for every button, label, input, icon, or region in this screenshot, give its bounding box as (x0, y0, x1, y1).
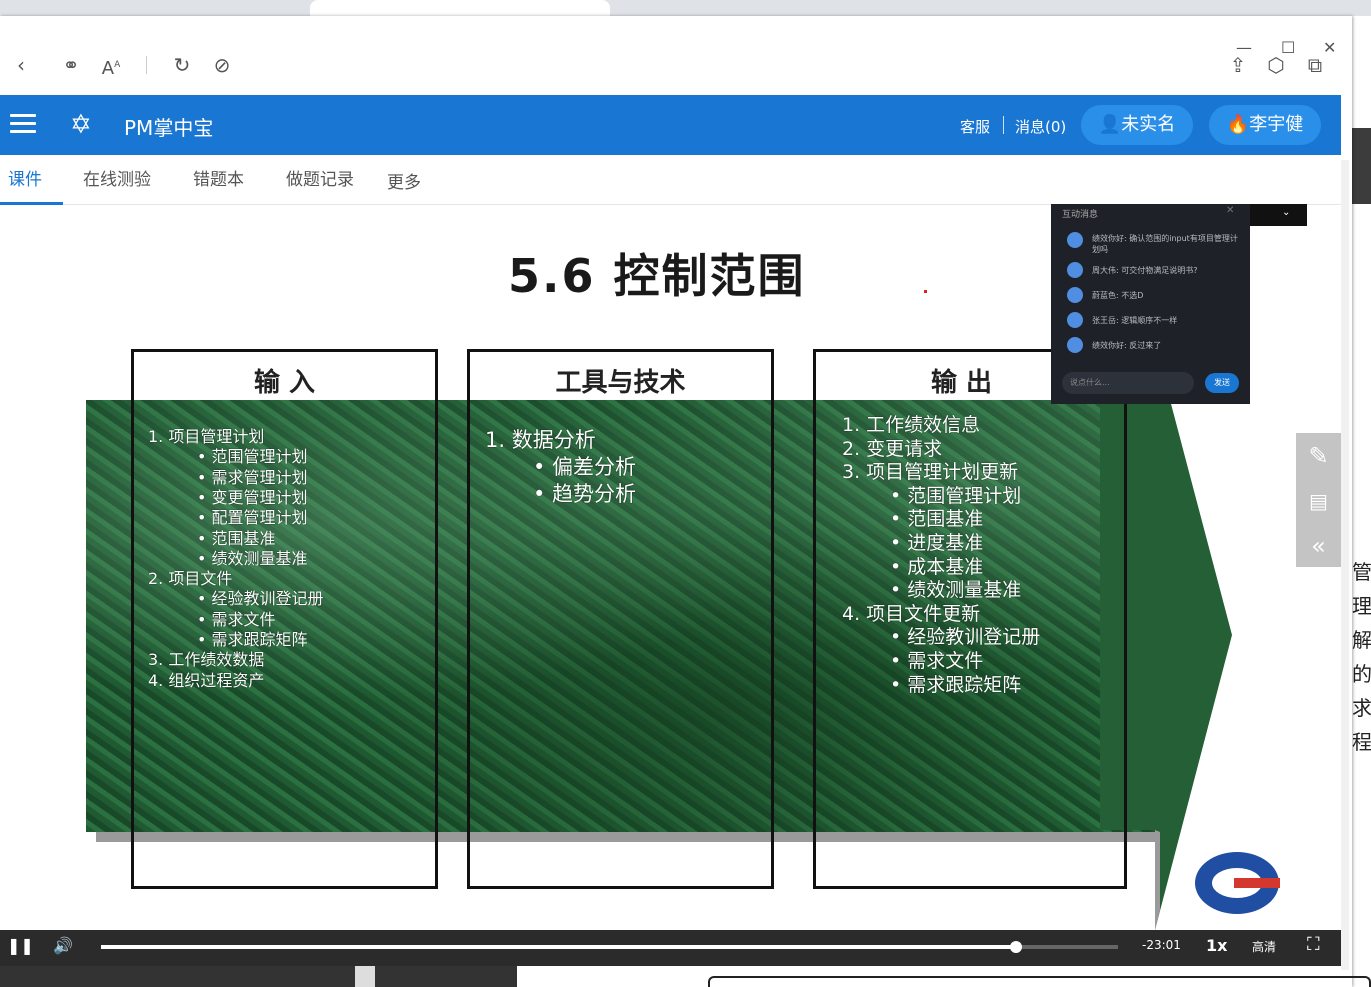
taskbar (0, 966, 517, 987)
app-title: PM掌中宝 (124, 116, 214, 140)
screen: 管理 解的 求程 到 — ☐ ✕ ‹ ⚭ AA ↻ ⊘ ⇪ ⬡ ⧉ ✡ PM掌中… (0, 0, 1371, 987)
browser-tab[interactable] (310, 0, 610, 16)
service-link[interactable]: 客服 (960, 116, 990, 137)
chat-message: 蔚蓝色: 不选D (1092, 291, 1144, 300)
share-icon[interactable]: ⇪ (1225, 52, 1251, 78)
menu-icon[interactable] (10, 114, 36, 134)
avatar (1067, 232, 1083, 248)
tools-heading: 工具与技术 (555, 368, 686, 398)
taskbar-item[interactable] (355, 966, 375, 987)
progress-fill (101, 945, 1017, 949)
browser-tabstrip (0, 0, 1371, 16)
font-size-icon[interactable]: AA (98, 52, 124, 79)
century-logo-stripe (1234, 878, 1280, 888)
user-icon: 👤 (1098, 114, 1122, 135)
volume-icon[interactable]: 🔊 (53, 936, 73, 955)
avatar (1067, 312, 1083, 328)
background-panel (708, 976, 1371, 987)
tab-indicator (0, 202, 63, 205)
pause-icon[interactable]: ❚❚ (7, 936, 34, 955)
fullscreen-icon[interactable]: ⛶ (1307, 934, 1320, 955)
list-item: 1. 数据分析 (485, 428, 596, 452)
background-text: 管理 解的 求程 到 (1352, 555, 1371, 987)
chat-message: 张王岳: 逻辑顺序不一样 (1092, 316, 1178, 325)
list-item: • 偏差分析 (533, 455, 637, 479)
input-heading: 输 入 (253, 368, 316, 398)
chat-dropdown[interactable]: ⌄ (1250, 204, 1307, 226)
slide-title: 5.6 控制范围 (508, 249, 806, 303)
collapse-icon[interactable]: « (1296, 526, 1341, 566)
user-label: 李宇健 (1249, 114, 1304, 135)
verify-button[interactable]: 👤未实名 (1081, 105, 1193, 145)
star-logo-icon: ✡ (70, 110, 92, 140)
bg-text-line: 解的 (1352, 628, 1371, 686)
list-item: 4. 组织过程资产 (148, 670, 265, 690)
quality-button[interactable]: 高清 (1252, 938, 1276, 955)
cube-icon[interactable]: ⬡ (1263, 52, 1289, 78)
screenshot-icon[interactable]: ⧉ (1302, 52, 1328, 78)
avatar (1067, 337, 1083, 353)
user-button[interactable]: 🔥李宇健 (1209, 105, 1321, 145)
chat-send-button[interactable]: 发送 (1205, 373, 1239, 393)
chat-message: 周大伟: 可交付物满足说明书? (1092, 266, 1198, 275)
tab-online-test[interactable]: 在线测验 (83, 165, 151, 190)
refresh-icon[interactable]: ↻ (169, 52, 195, 78)
header-divider (1003, 116, 1004, 134)
chevron-down-icon: ⌄ (1282, 207, 1291, 218)
background-scrollbar (1352, 128, 1371, 204)
chat-title: 互动消息 (1062, 210, 1099, 220)
speed-button[interactable]: 1x (1206, 936, 1227, 955)
avatar (1067, 262, 1083, 278)
chat-input[interactable]: 说点什么... (1062, 372, 1194, 394)
toolbar-divider (146, 56, 147, 74)
comment-icon[interactable]: ▤ (1296, 481, 1341, 521)
time-remaining: -23:01 (1142, 938, 1181, 952)
messages-link[interactable]: 消息(0) (1015, 116, 1066, 137)
link-icon[interactable]: ⚭ (58, 52, 84, 78)
list-item: • 趋势分析 (533, 482, 637, 506)
laser-dot (924, 290, 927, 293)
verify-label: 未实名 (1121, 114, 1176, 135)
tab-wrong-book[interactable]: 错题本 (193, 165, 244, 190)
scrollbar[interactable] (1341, 160, 1349, 970)
chat-message: 绩效你好: 确认范围的input有项目管理计划吗 (1092, 234, 1238, 254)
bg-text-line: 求程 (1352, 696, 1371, 754)
back-icon[interactable]: ‹ (8, 52, 34, 78)
chat-close-icon[interactable]: ✕ (1226, 205, 1234, 216)
flame-icon: 🔥 (1226, 114, 1250, 135)
avatar (1067, 287, 1083, 303)
compass-icon[interactable]: ⊘ (209, 52, 235, 78)
bg-text-line: 管理 (1352, 560, 1371, 618)
chat-message: 绩效你好: 反过来了 (1092, 341, 1162, 350)
tab-records[interactable]: 做题记录 (286, 165, 354, 190)
list-item: • 需求跟踪矩阵 (890, 673, 1022, 696)
tab-courseware[interactable]: 课件 (8, 165, 42, 190)
tab-more[interactable]: 更多 (387, 168, 421, 193)
pencil-icon[interactable]: ✎ (1296, 436, 1341, 476)
